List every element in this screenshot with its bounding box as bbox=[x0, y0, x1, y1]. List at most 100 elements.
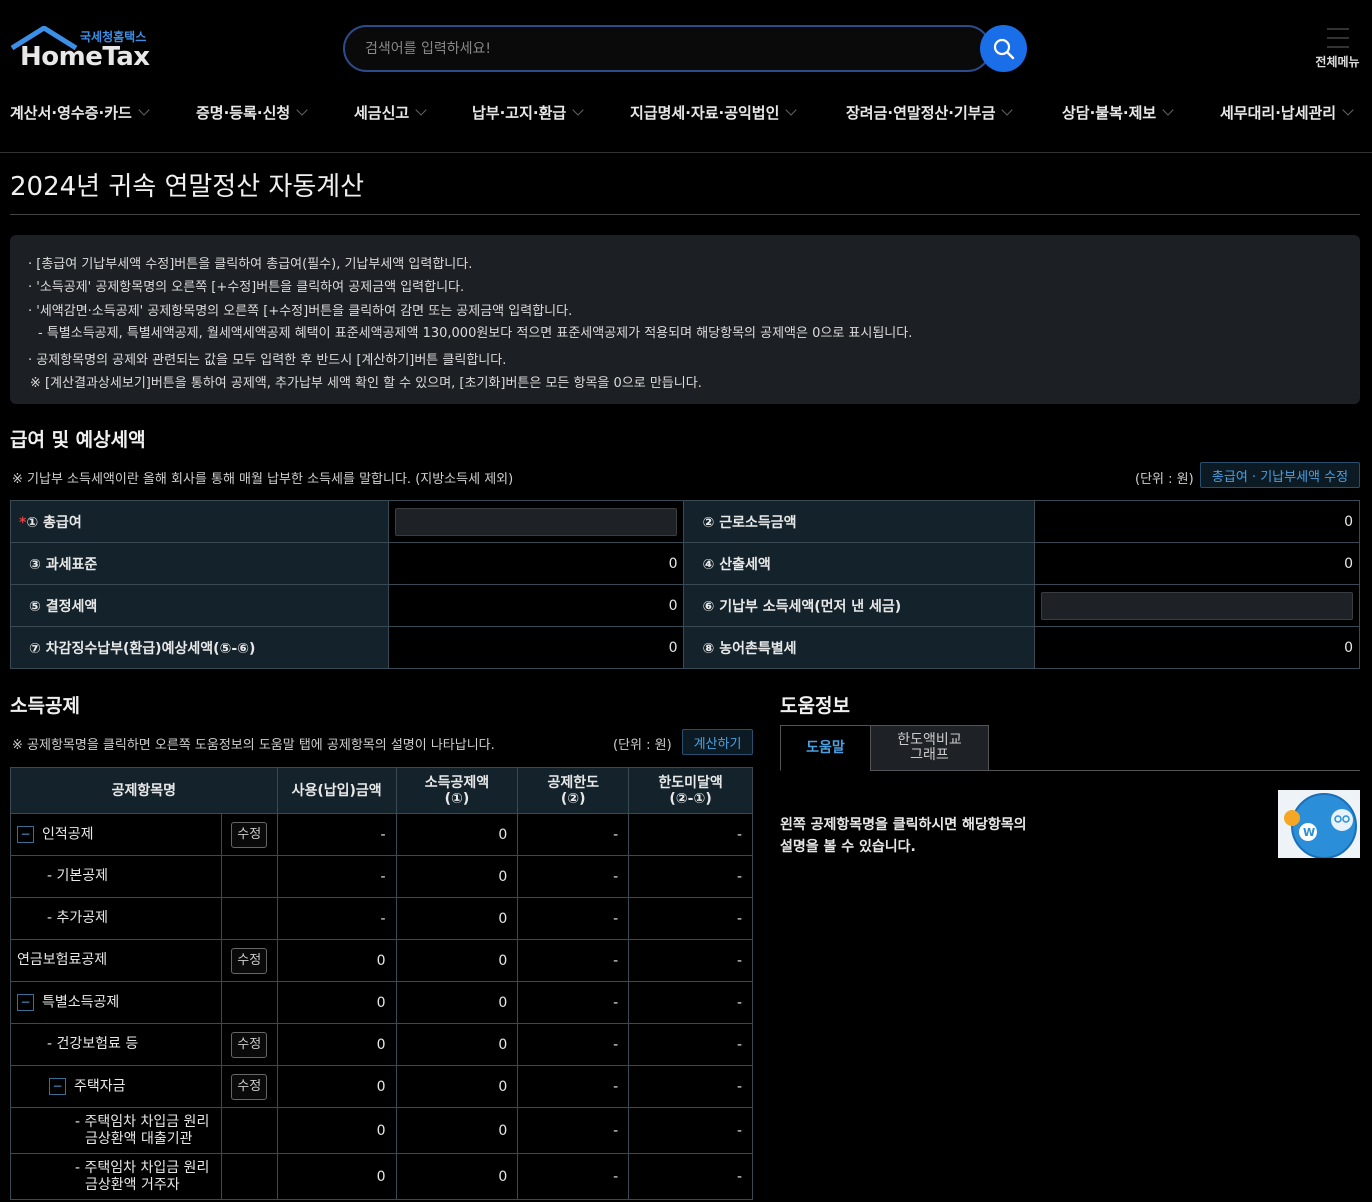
search-input[interactable] bbox=[345, 27, 989, 70]
table-row: - 추가공제 - 0 - - bbox=[10, 897, 753, 940]
col-header-amount: 사용(납입)금액 bbox=[276, 767, 397, 814]
table-row: − 특별소득공제 0 0 - - bbox=[10, 981, 753, 1024]
item-additional[interactable]: - 추가공제 bbox=[10, 897, 222, 940]
short-cell: - bbox=[628, 855, 753, 898]
edit-cell bbox=[220, 981, 278, 1024]
deduct-cell: 0 bbox=[395, 939, 519, 982]
edit-cell bbox=[220, 897, 278, 940]
mascot-image: W bbox=[1278, 790, 1360, 858]
earned-income-value: 0 bbox=[1034, 500, 1360, 543]
edit-cell: 수정 bbox=[220, 1065, 278, 1108]
chevron-down-icon bbox=[138, 104, 150, 116]
short-cell: - bbox=[628, 813, 753, 856]
tab-label: 그래프 bbox=[910, 747, 949, 763]
item-personal[interactable]: − 인적공제 bbox=[10, 813, 222, 856]
edit-button[interactable]: 수정 bbox=[231, 1073, 268, 1100]
edit-button[interactable]: 수정 bbox=[231, 821, 268, 848]
rural-tax-value: 0 bbox=[1034, 626, 1360, 669]
tab-limit-graph[interactable]: 한도액비교 그래프 bbox=[870, 725, 989, 771]
svg-text:W: W bbox=[1303, 826, 1315, 839]
nav-item-invoice[interactable]: 계산서·영수증·카드 bbox=[10, 102, 150, 123]
table-row: ⑤ 결정세액 0 ⑥ 기납부 소득세액(먼저 낸 세금) bbox=[10, 584, 1360, 627]
expected-refund-value: 0 bbox=[387, 626, 685, 669]
help-section-title: 도움정보 bbox=[780, 695, 850, 717]
help-text: 왼쪽 공제항목명을 클릭하시면 해당항목의 설명을 볼 수 있습니다. bbox=[780, 814, 1026, 858]
all-menu-label: 전체메뉴 bbox=[1315, 55, 1360, 69]
nav-item-statements[interactable]: 지급명세·자료·공익법인 bbox=[630, 102, 798, 123]
tab-help[interactable]: 도움말 bbox=[780, 725, 871, 771]
edit-salary-button[interactable]: 총급여 · 기납부세액 수정 bbox=[1200, 462, 1360, 488]
short-cell: - bbox=[628, 1107, 753, 1154]
nav-label: 증명·등록·신청 bbox=[196, 104, 291, 122]
nav-label: 지급명세·자료·공익법인 bbox=[630, 104, 780, 122]
total-salary-input[interactable] bbox=[394, 507, 678, 536]
item-housing-fund[interactable]: − 주택자금 bbox=[10, 1065, 222, 1108]
salary-table: *① 총급여 ② 근로소득금액 0 ③ 과세표준 0 ④ 산출세액 0 ⑤ 결정… bbox=[10, 500, 1360, 669]
edit-cell: 수정 bbox=[220, 1023, 278, 1066]
short-cell: - bbox=[628, 1023, 753, 1066]
nav-label: 상담·불복·제보 bbox=[1062, 104, 1157, 122]
edit-button[interactable]: 수정 bbox=[231, 947, 268, 974]
title-divider bbox=[10, 214, 1360, 215]
salary-unit: (단위 : 원) bbox=[1135, 472, 1194, 487]
table-row: 연금보험료공제 수정 0 0 - - bbox=[10, 939, 753, 982]
limit-cell: - bbox=[517, 939, 630, 982]
item-pension[interactable]: 연금보험료공제 bbox=[10, 939, 222, 982]
item-housing-loan-institution[interactable]: - 주택임차 차입금 원리 금상환액 대출기관 bbox=[10, 1107, 222, 1154]
chevron-down-icon bbox=[572, 104, 584, 116]
collapse-icon[interactable]: − bbox=[17, 993, 34, 1011]
logo-title: HomeTax bbox=[20, 42, 150, 72]
deduct-cell: 0 bbox=[395, 897, 519, 940]
nav-label: 장려금·연말정산·기부금 bbox=[846, 104, 996, 122]
determined-tax-label: ⑤ 결정세액 bbox=[10, 584, 389, 627]
limit-cell: - bbox=[517, 897, 630, 940]
guide-line: · '세액감면·소득공제' 공제항목명의 오른쪽 [+수정]버튼을 클릭하여 감… bbox=[28, 304, 573, 319]
table-row: ③ 과세표준 0 ④ 산출세액 0 bbox=[10, 542, 1360, 585]
item-label: 주택자금 bbox=[74, 1078, 126, 1095]
nav-item-tax-report[interactable]: 세금신고 bbox=[354, 102, 427, 123]
calculated-tax-value: 0 bbox=[1034, 542, 1360, 585]
nav-item-yearend[interactable]: 장려금·연말정산·기부금 bbox=[846, 102, 1014, 123]
item-basic[interactable]: - 기본공제 bbox=[10, 855, 222, 898]
nav-item-agent[interactable]: 세무대리·납세관리 bbox=[1220, 102, 1354, 123]
item-health-insurance[interactable]: - 건강보험료 등 bbox=[10, 1023, 222, 1066]
deduct-cell: 0 bbox=[395, 855, 519, 898]
nav-item-payment[interactable]: 납부·고지·환급 bbox=[472, 102, 584, 123]
item-housing-loan-resident[interactable]: - 주택임차 차입금 원리 금상환액 거주자 bbox=[10, 1153, 222, 1200]
amount-cell: 0 bbox=[276, 1023, 397, 1066]
nav-item-certificate[interactable]: 증명·등록·신청 bbox=[196, 102, 308, 123]
calculate-button[interactable]: 계산하기 bbox=[682, 729, 753, 755]
table-row: - 건강보험료 등 수정 0 0 - - bbox=[10, 1023, 753, 1066]
chevron-down-icon bbox=[415, 104, 427, 116]
edit-button[interactable]: 수정 bbox=[231, 1031, 268, 1058]
search-button[interactable] bbox=[980, 25, 1027, 72]
table-row: ⑦ 차감징수납부(환급)예상세액(⑤-⑥) 0 ⑧ 농어촌특별세 0 bbox=[10, 626, 1360, 669]
all-menu-button[interactable]: 전체메뉴 bbox=[1310, 24, 1365, 74]
guide-box: · [총급여 기납부세액 수정]버튼을 클릭하여 총급여(필수), 기납부세액 … bbox=[10, 235, 1360, 404]
collapse-icon[interactable]: − bbox=[17, 825, 34, 843]
earned-income-label: ② 근로소득금액 bbox=[683, 500, 1036, 543]
limit-cell: - bbox=[517, 1153, 630, 1200]
rural-tax-label: ⑧ 농어촌특별세 bbox=[683, 626, 1036, 669]
table-row: − 인적공제 수정 - 0 - - bbox=[10, 813, 753, 856]
tax-base-value: 0 bbox=[387, 542, 685, 585]
page-title: 2024년 귀속 연말정산 자동계산 bbox=[10, 172, 365, 202]
salary-note: ※ 기납부 소득세액이란 올해 회사를 통해 매월 납부한 소득세를 말합니다.… bbox=[12, 472, 514, 487]
total-salary-label: *① 총급여 bbox=[10, 500, 389, 543]
amount-cell: - bbox=[276, 813, 397, 856]
determined-tax-value: 0 bbox=[387, 584, 685, 627]
chevron-down-icon bbox=[1162, 104, 1174, 116]
guide-line: · 공제항목명의 공제와 관련되는 값을 모두 입력한 후 반드시 [계산하기]… bbox=[28, 353, 507, 368]
prepaid-tax-input[interactable] bbox=[1041, 591, 1353, 620]
limit-cell: - bbox=[517, 1107, 630, 1154]
amount-cell: 0 bbox=[276, 1107, 397, 1154]
col-header-item: 공제항목명 bbox=[10, 767, 278, 814]
amount-cell: 0 bbox=[276, 1153, 397, 1200]
collapse-icon[interactable]: − bbox=[49, 1077, 66, 1095]
chevron-down-icon bbox=[1342, 104, 1354, 116]
item-special[interactable]: − 특별소득공제 bbox=[10, 981, 222, 1024]
chevron-down-icon bbox=[785, 104, 798, 116]
hometax-logo[interactable]: 국세청홈택스 HomeTax bbox=[10, 26, 160, 74]
nav-item-consult[interactable]: 상담·불복·제보 bbox=[1062, 102, 1174, 123]
deduction-table: 공제항목명 사용(납입)금액 소득공제액 (①) 공제한도 (②) 한도미달액 … bbox=[10, 767, 753, 1200]
